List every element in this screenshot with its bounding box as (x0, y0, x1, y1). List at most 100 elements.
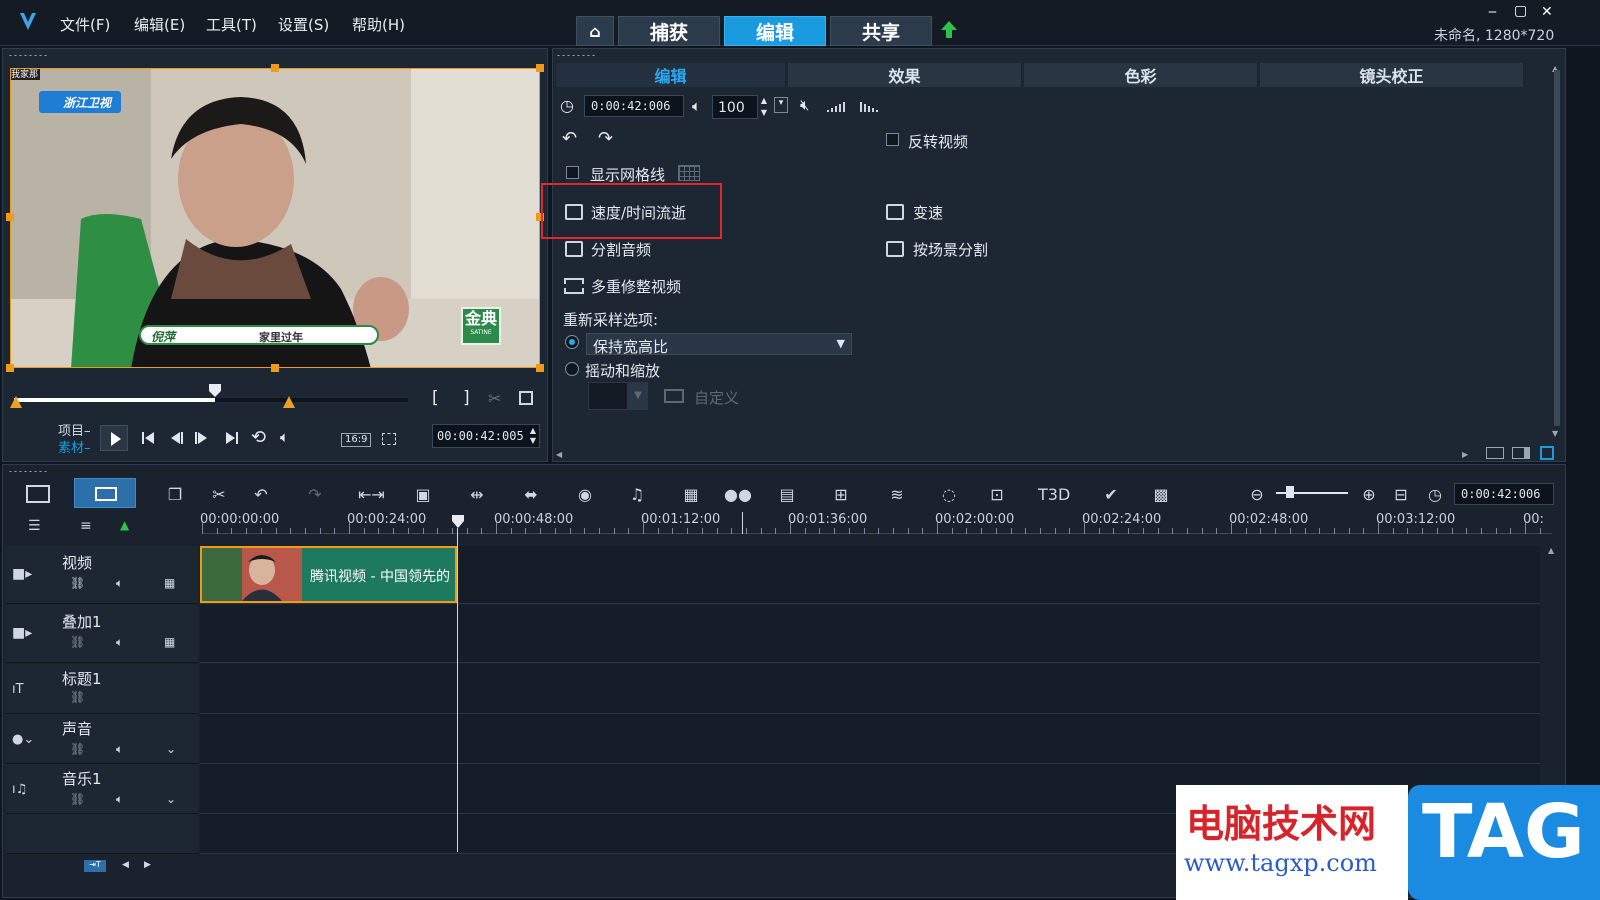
fit-project-icon[interactable]: ⊟ (1390, 486, 1412, 504)
timecode-spinner[interactable]: ▲ ▼ (530, 426, 536, 446)
tab-options-color[interactable]: 色彩 (1024, 63, 1258, 87)
maximize-button[interactable]: ▢ (1514, 3, 1527, 19)
mute-icon[interactable]: 🔇︎ (800, 96, 809, 114)
split-screen-icon[interactable]: ⊞ (830, 486, 852, 504)
mark-out-button[interactable]: ] (463, 388, 470, 408)
tab-capture[interactable]: 捕获 (618, 16, 720, 46)
mask-icon[interactable]: ◌ (938, 486, 960, 504)
resize-handle-top-right[interactable] (536, 64, 544, 72)
trim-out-marker[interactable] (283, 396, 295, 408)
minimize-button[interactable]: ‒ (1488, 4, 1497, 20)
timeline-tool-icon[interactable]: ⇥T (84, 860, 106, 872)
link-icon[interactable]: ⛓ (70, 690, 85, 704)
reverse-video-checkbox[interactable] (886, 133, 899, 146)
ripple-icon[interactable]: ⇹ (466, 486, 488, 504)
motion-icon[interactable]: ●● (724, 486, 752, 504)
next-frame-button[interactable] (194, 430, 210, 449)
track-manager-icon[interactable]: ☰ (28, 518, 41, 534)
copy-icon[interactable]: ❐ (164, 486, 186, 504)
volume-icon[interactable]: 🔈︎ (280, 428, 289, 446)
rotate-left-icon[interactable]: ↶ (562, 128, 577, 149)
stop-motion-icon[interactable]: ▩ (1150, 486, 1172, 504)
trim-in-marker[interactable] (10, 396, 22, 408)
go-start-button[interactable] (140, 430, 156, 449)
add-track-icon[interactable]: ≡ (80, 518, 92, 534)
prev-frame-button[interactable] (168, 430, 184, 449)
scissors-icon[interactable]: ✂ (488, 389, 501, 408)
rotate-right-icon[interactable]: ↷ (598, 128, 613, 149)
timeline-scroll-right-icon[interactable]: ▶ (144, 860, 151, 870)
enlarge-preview-icon[interactable] (519, 391, 533, 405)
menu-help[interactable]: 帮助(H) (352, 14, 405, 35)
options-vscrollbar[interactable]: ▲ ▼ (1552, 64, 1562, 438)
volume-dropdown[interactable]: ▾ (774, 97, 788, 113)
expand-icon[interactable]: ⌄ (166, 792, 176, 806)
menu-file[interactable]: 文件(F) (60, 14, 110, 35)
fade-in-icon[interactable] (827, 98, 845, 117)
tab-options-edit[interactable]: 编辑 (556, 63, 786, 87)
track-grid-icon[interactable]: ▦ (164, 576, 175, 590)
crop-icon[interactable] (382, 433, 396, 445)
color-icon[interactable]: ◉ (574, 486, 596, 504)
home-button[interactable]: ⌂ (576, 16, 614, 46)
link-icon[interactable]: ⛓ (70, 576, 85, 590)
undo-icon[interactable]: ↶ (250, 486, 272, 504)
3d-title-icon[interactable]: T3D (1038, 486, 1070, 504)
volume-spinner[interactable]: ▲ ▼ (758, 95, 770, 119)
tab-share[interactable]: 共享 (830, 16, 932, 46)
timeline-playhead-handle[interactable] (452, 514, 464, 528)
audio-mixer-icon[interactable]: ♫ (626, 486, 648, 504)
track-volume-icon[interactable]: 🔈︎ (116, 742, 123, 757)
tab-options-lens[interactable]: 镜头校正 (1260, 63, 1524, 87)
resize-handle-bottom-right[interactable] (536, 364, 544, 372)
tab-options-effect[interactable]: 效果 (788, 63, 1022, 87)
speed-tool-icon[interactable]: ≋ (886, 486, 908, 504)
link-icon[interactable]: ⛓ (70, 742, 85, 756)
paint-icon[interactable]: ✔ (1100, 486, 1122, 504)
track-row-voice[interactable] (200, 714, 1540, 764)
subtitle-icon[interactable]: ▤ (776, 486, 798, 504)
multicam-icon[interactable]: ▦ (680, 486, 702, 504)
slide-icon[interactable]: ⬌ (520, 486, 542, 504)
mark-in-button[interactable]: [ (432, 388, 439, 408)
timeline-scroll-up-icon[interactable]: ▲ (1548, 546, 1554, 555)
track-volume-icon[interactable]: 🔈︎ (116, 635, 123, 650)
zoom-in-icon[interactable]: ⊕ (1358, 486, 1380, 504)
multi-trim-button[interactable]: 多重修整视频 (591, 276, 681, 297)
timeline-view-button[interactable] (74, 478, 136, 508)
zoom-slider-handle[interactable] (1286, 486, 1294, 498)
split-by-scene-button[interactable]: 按场景分割 (913, 239, 988, 260)
track-row-overlay[interactable] (200, 605, 1540, 663)
volume-field[interactable]: 100 (712, 95, 758, 119)
track-volume-icon[interactable]: 🔈︎ (116, 576, 123, 591)
time-ruler[interactable]: 00:00:00:00 00:00:24:00 00:00:48:00 00:01:1… (200, 512, 1552, 534)
video-preview[interactable]: 浙江卫视 我家那 倪萍 家里过年 金典 SATINE (10, 68, 540, 368)
go-end-button[interactable] (224, 430, 240, 449)
aspect-ratio-button[interactable]: 16:9 (341, 433, 372, 447)
mode-clip[interactable]: 素材– (58, 437, 91, 456)
speed-timelapse-button[interactable]: 速度/时间流逝 (591, 202, 686, 223)
tools-icon[interactable]: ✂ (208, 486, 230, 504)
show-grid-checkbox[interactable] (566, 166, 579, 179)
scroll-right-icon[interactable]: ▶ (1462, 450, 1468, 459)
resize-handle-top[interactable] (271, 64, 279, 72)
ripple-edit-icon[interactable]: ▲ (120, 518, 129, 532)
layout-icon-1[interactable] (1486, 447, 1504, 459)
upload-icon[interactable] (940, 20, 958, 40)
menu-edit[interactable]: 编辑(E) (134, 14, 185, 35)
layout-icon-2[interactable] (1512, 447, 1530, 459)
fit-icon[interactable]: ⇤⇥ (358, 486, 385, 504)
resize-handle-left[interactable] (6, 213, 14, 221)
fade-out-icon[interactable] (860, 98, 878, 117)
track-grid-icon[interactable]: ▦ (164, 635, 175, 649)
close-button[interactable]: ✕ (1541, 4, 1553, 20)
zoom-out-icon[interactable]: ⊖ (1246, 486, 1268, 504)
play-button[interactable] (100, 425, 128, 451)
preview-timecode[interactable]: 00:00:42:005 ▲ ▼ (432, 424, 540, 448)
menu-settings[interactable]: 设置(S) (278, 14, 329, 35)
layout-icon-3[interactable] (1540, 446, 1554, 460)
scrub-track[interactable] (14, 398, 408, 402)
keep-aspect-radio[interactable] (565, 335, 579, 349)
menu-tools[interactable]: 工具(T) (206, 14, 257, 35)
record-icon[interactable]: ▣ (412, 486, 434, 504)
